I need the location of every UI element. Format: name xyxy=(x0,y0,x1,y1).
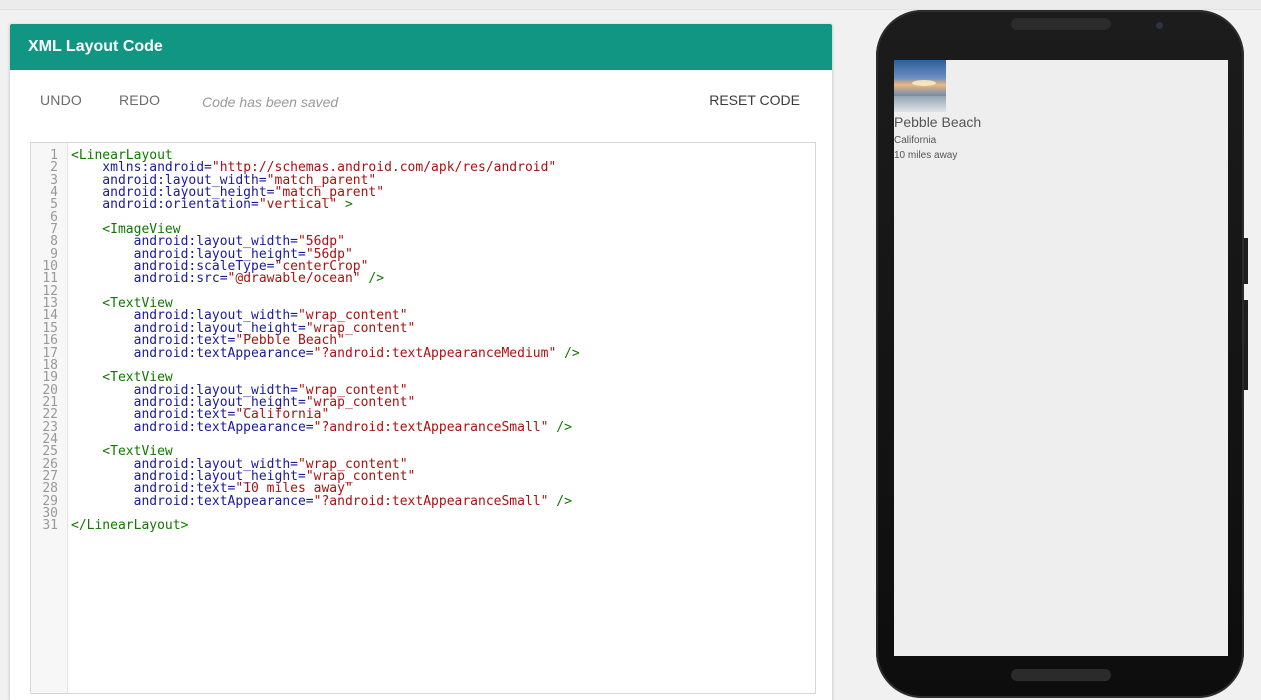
code-token: "vertical" xyxy=(258,197,338,213)
code-text: android:textAppearance="?android:textApp… xyxy=(71,345,580,361)
code-token: "?android:textAppearanceMedium" xyxy=(313,345,557,361)
code-line: 11 android:src="@drawable/ocean" /> xyxy=(31,271,811,287)
preview-subtitle-location: California xyxy=(894,135,937,146)
code-line: 23 android:textAppearance="?android:text… xyxy=(31,419,811,435)
code-content[interactable]: 1 <LinearLayout 2 xmlns:android="http://sc… xyxy=(31,149,811,534)
redo-button[interactable]: REDO xyxy=(119,92,160,108)
camera-icon xyxy=(1156,22,1163,29)
code-token: android:textAppearance= xyxy=(71,493,314,509)
preview-title: Pebble Beach xyxy=(894,114,982,130)
power-button xyxy=(1244,238,1248,284)
code-token: android:orientation= xyxy=(71,197,259,213)
code-token: > xyxy=(337,197,353,213)
code-token: android:src= xyxy=(71,271,228,287)
ocean-shore xyxy=(894,96,946,112)
code-text: </LinearLayout> xyxy=(71,518,189,534)
undo-button[interactable]: UNDO xyxy=(40,92,82,108)
save-status: Code has been saved xyxy=(202,94,339,110)
ocean-sun xyxy=(912,80,936,86)
code-token: "?android:textAppearanceSmall" xyxy=(313,493,549,509)
bottom-speaker xyxy=(1011,669,1111,681)
code-token: android:textAppearance= xyxy=(71,345,314,361)
phone-preview: Pebble Beach California 10 miles away xyxy=(876,10,1248,698)
ocean-image xyxy=(894,60,946,112)
code-token: android:textAppearance= xyxy=(71,419,314,435)
speaker-grille xyxy=(1011,18,1111,30)
code-token: /> xyxy=(548,419,572,435)
code-line: 17 android:textAppearance="?android:text… xyxy=(31,345,811,361)
phone-screen: Pebble Beach California 10 miles away xyxy=(894,60,1228,656)
editor-toolbar: UNDO REDO Code has been saved RESET CODE xyxy=(10,70,832,142)
code-line: 31 </LinearLayout> xyxy=(31,518,811,534)
code-text: android:textAppearance="?android:textApp… xyxy=(71,419,572,435)
code-text: android:textAppearance="?android:textApp… xyxy=(71,493,572,509)
code-line: 29 android:textAppearance="?android:text… xyxy=(31,493,811,509)
xml-editor-card: XML Layout Code UNDO REDO Code has been … xyxy=(10,24,832,700)
top-bar xyxy=(0,0,1261,10)
code-text: android:src="@drawable/ocean" /> xyxy=(71,271,385,287)
code-editor[interactable]: 1 <LinearLayout 2 xmlns:android="http://sc… xyxy=(30,142,816,694)
editor-title: XML Layout Code xyxy=(10,24,832,70)
volume-button xyxy=(1244,300,1248,390)
preview-subtitle-distance: 10 miles away xyxy=(894,150,958,161)
code-token: /> xyxy=(556,345,580,361)
code-token: "?android:textAppearanceSmall" xyxy=(313,419,549,435)
code-token: /> xyxy=(548,493,572,509)
code-token: "@drawable/ocean" xyxy=(227,271,361,287)
code-text: android:orientation="vertical" > xyxy=(71,197,353,213)
reset-code-button[interactable]: RESET CODE xyxy=(709,92,800,108)
code-token: /> xyxy=(360,271,385,287)
line-number: 31 xyxy=(42,518,58,534)
code-token: </LinearLayout> xyxy=(71,518,189,534)
code-line: 5 android:orientation="vertical" > xyxy=(31,197,811,213)
